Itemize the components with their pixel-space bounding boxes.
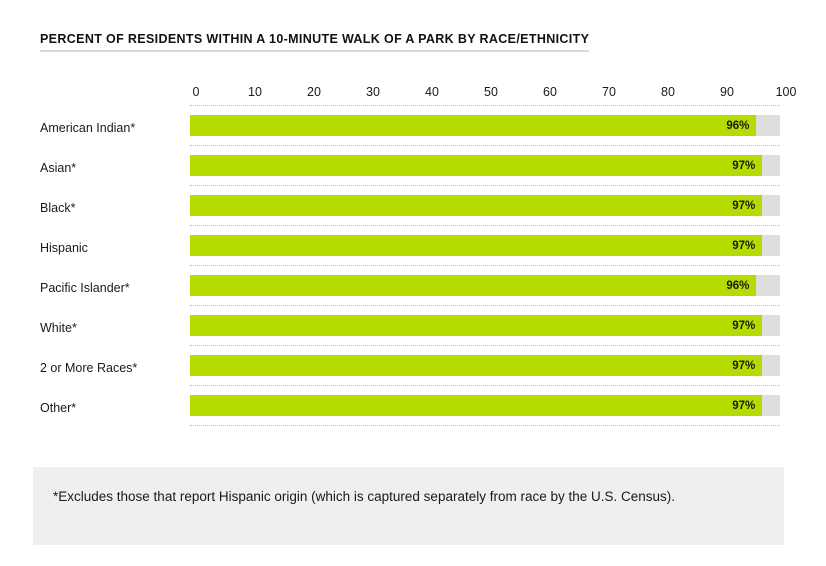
- bar-track: 97%: [190, 235, 780, 256]
- bar: 97%: [190, 355, 763, 376]
- category-label: American Indian*: [40, 121, 136, 135]
- x-axis-tick: 0: [192, 85, 200, 99]
- x-axis-tick: 70: [602, 85, 616, 99]
- row-separator: [190, 425, 780, 426]
- category-label: Hispanic: [40, 241, 88, 255]
- bar-track: 97%: [190, 355, 780, 376]
- chart-rows: American Indian* 96% Asian* 97% Black* 97% His…: [0, 105, 826, 428]
- bar-value-label: 97%: [732, 319, 756, 332]
- row-separator: [190, 145, 780, 146]
- footnote-panel: *Excludes those that report Hispanic ori…: [33, 467, 784, 545]
- bar-track: 97%: [190, 395, 780, 416]
- category-label: 2 or More Races*: [40, 361, 138, 375]
- x-axis-tick: 60: [543, 85, 557, 99]
- bar-track: 96%: [190, 275, 780, 296]
- category-label-wrap: White*: [40, 308, 190, 348]
- bar-value-label: 97%: [732, 359, 756, 372]
- chart-row: 2 or More Races* 97%: [0, 348, 826, 388]
- category-label: Asian*: [40, 161, 77, 175]
- chart-row: White* 97%: [0, 308, 826, 348]
- row-separator: [190, 225, 780, 226]
- bar-value-label: 97%: [732, 239, 756, 252]
- bar: 97%: [190, 155, 763, 176]
- chart-row: Black* 97%: [0, 188, 826, 228]
- bar-value-label: 97%: [732, 159, 756, 172]
- category-label: Other*: [40, 401, 77, 415]
- category-label-wrap: 2 or More Races*: [40, 348, 190, 388]
- x-axis-tick: 100: [775, 85, 797, 99]
- chart-plot-area: 0 10 20 30 40 50 60 70 80 90 100 American Indian* 9…: [0, 0, 826, 460]
- bar-value-label: 96%: [726, 279, 750, 292]
- category-label-wrap: Asian*: [40, 148, 190, 188]
- row-separator: [190, 105, 780, 106]
- category-label: Black*: [40, 201, 76, 215]
- bar: 97%: [190, 395, 763, 416]
- x-axis-tick: 30: [366, 85, 380, 99]
- category-label-wrap: Other*: [40, 388, 190, 428]
- x-axis-tick: 50: [484, 85, 498, 99]
- chart-row: Pacific Islander* 96%: [0, 268, 826, 308]
- row-separator: [190, 185, 780, 186]
- chart-row: American Indian* 96%: [0, 105, 826, 148]
- chart-row: Asian* 97%: [0, 148, 826, 188]
- bar-value-label: 97%: [732, 399, 756, 412]
- row-separator: [190, 345, 780, 346]
- x-axis-tick: 10: [248, 85, 262, 99]
- chart-row: Other* 97%: [0, 388, 826, 428]
- x-axis-tick: 20: [307, 85, 321, 99]
- bar-value-label: 96%: [726, 119, 750, 132]
- row-separator: [190, 265, 780, 266]
- x-axis-tick: 40: [425, 85, 439, 99]
- x-axis-tick-labels: 0 10 20 30 40 50 60 70 80 90 100: [0, 84, 826, 104]
- bar-track: 96%: [190, 115, 780, 136]
- bar: 97%: [190, 235, 763, 256]
- category-label-wrap: Pacific Islander*: [40, 268, 190, 308]
- bar: 97%: [190, 315, 763, 336]
- row-separator: [190, 385, 780, 386]
- x-axis-tick: 90: [720, 85, 734, 99]
- bar-value-label: 97%: [732, 199, 756, 212]
- bar: 96%: [190, 275, 757, 296]
- chart-row: Hispanic 97%: [0, 228, 826, 268]
- category-label: Pacific Islander*: [40, 281, 130, 295]
- category-label: White*: [40, 321, 77, 335]
- bar-track: 97%: [190, 315, 780, 336]
- bar: 97%: [190, 195, 763, 216]
- bar-track: 97%: [190, 155, 780, 176]
- x-axis-tick: 80: [661, 85, 675, 99]
- category-label-wrap: American Indian*: [40, 108, 190, 148]
- bar: 96%: [190, 115, 757, 136]
- row-separator: [190, 305, 780, 306]
- category-label-wrap: Black*: [40, 188, 190, 228]
- footnote-text: *Excludes those that report Hispanic ori…: [53, 489, 676, 504]
- category-label-wrap: Hispanic: [40, 228, 190, 268]
- bar-track: 97%: [190, 195, 780, 216]
